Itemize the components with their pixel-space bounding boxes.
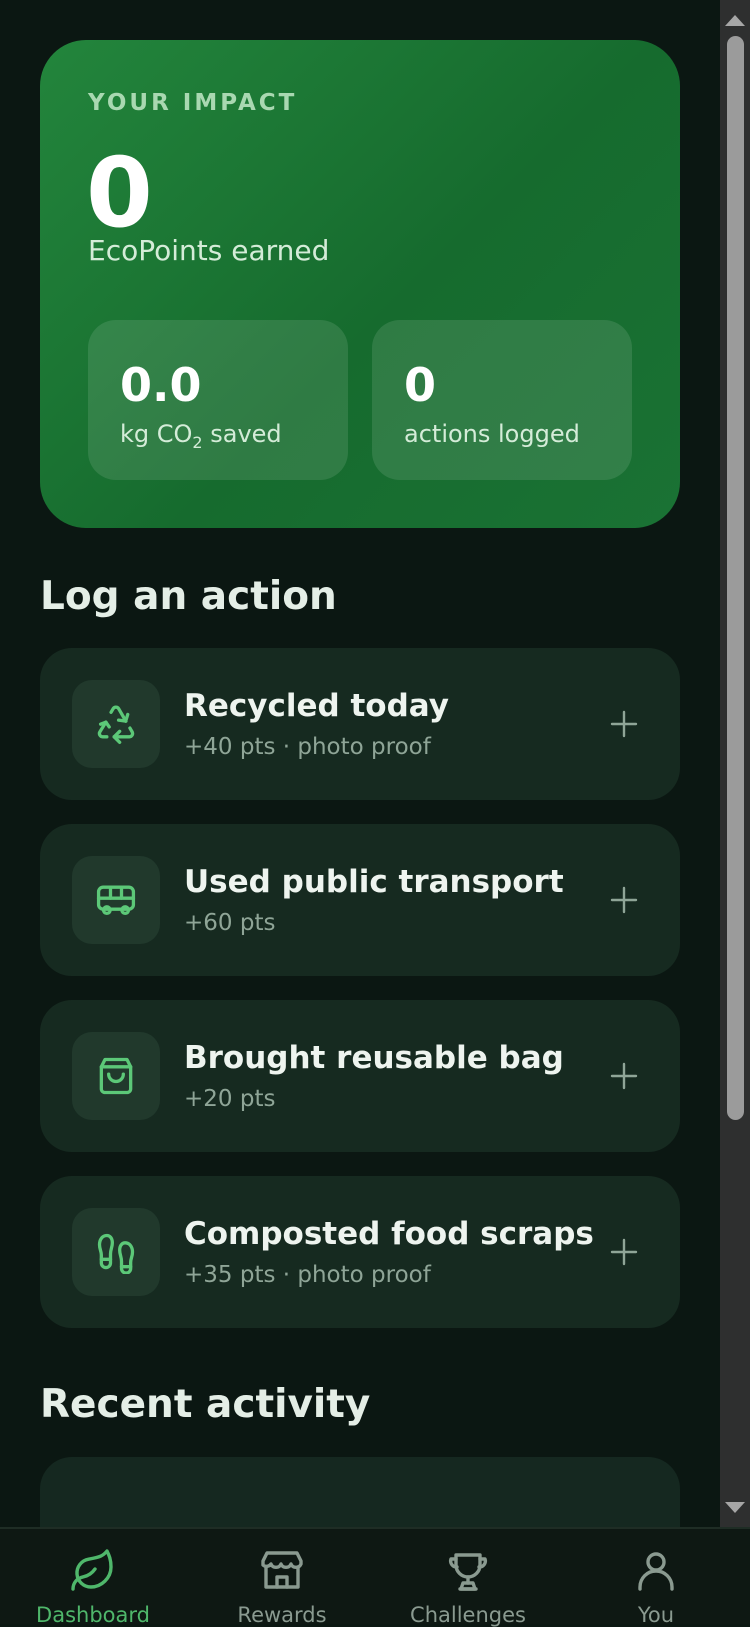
store-icon [258,1547,306,1595]
recent-activity-title: Recent activity [40,1382,371,1427]
leaf-icon [69,1547,117,1595]
action-card-reusable-bag[interactable]: Brought reusable bag +20 pts [40,1000,680,1152]
scroll-thumb[interactable] [727,36,744,1120]
action-title: Composted food scraps [184,1216,594,1252]
recent-activity-card [40,1457,680,1527]
footprints-icon [72,1208,160,1296]
impact-label: YOUR IMPACT [88,90,298,116]
action-meta: +60 pts [184,910,276,936]
bag-icon [72,1032,160,1120]
action-card-recycled[interactable]: Recycled today +40 pts · photo proof [40,648,680,800]
bus-icon [72,856,160,944]
action-meta: +20 pts [184,1086,276,1112]
action-card-transport[interactable]: Used public transport +60 pts [40,824,680,976]
action-title: Used public transport [184,864,564,900]
actions-stat-box: 0 actions logged [372,320,632,480]
action-meta: +40 pts · photo proof [184,734,431,760]
nav-label: Challenges [410,1603,526,1627]
trophy-icon [444,1547,492,1595]
action-title: Brought reusable bag [184,1040,564,1076]
action-meta: +35 pts · photo proof [184,1262,431,1288]
ecopoints-label: EcoPoints earned [88,234,330,267]
co2-label-suffix: saved [202,420,282,448]
actions-label: actions logged [404,420,580,448]
nav-item-challenges[interactable]: Challenges [378,1529,558,1627]
scroll-down-arrow-icon[interactable] [720,1492,750,1522]
co2-label: kg CO2 saved [120,420,282,452]
nav-label: Rewards [237,1603,327,1627]
log-action-title: Log an action [40,574,337,619]
actions-value: 0 [404,358,437,412]
co2-value: 0.0 [120,358,202,412]
nav-item-rewards[interactable]: Rewards [192,1529,372,1627]
recycle-icon [72,680,160,768]
add-icon[interactable] [596,1048,652,1104]
impact-summary-card: YOUR IMPACT 0 EcoPoints earned 0.0 kg CO… [40,40,680,528]
add-icon[interactable] [596,872,652,928]
nav-label: Dashboard [36,1603,150,1627]
scrollbar[interactable] [720,0,750,1527]
action-title: Recycled today [184,688,449,724]
co2-stat-box: 0.0 kg CO2 saved [88,320,348,480]
co2-label-subscript: 2 [192,432,203,452]
scroll-up-arrow-icon[interactable] [720,5,750,35]
add-icon[interactable] [596,1224,652,1280]
co2-label-prefix: kg CO [120,420,193,448]
nav-item-you[interactable]: You [566,1529,746,1627]
user-icon [632,1547,680,1595]
add-icon[interactable] [596,696,652,752]
action-card-compost[interactable]: Composted food scraps +35 pts · photo pr… [40,1176,680,1328]
nav-item-dashboard[interactable]: Dashboard [3,1529,183,1627]
main-scroll-area[interactable]: YOUR IMPACT 0 EcoPoints earned 0.0 kg CO… [0,0,720,1527]
bottom-nav: Dashboard Rewards Challenges You [0,1527,750,1627]
nav-label: You [637,1603,675,1627]
